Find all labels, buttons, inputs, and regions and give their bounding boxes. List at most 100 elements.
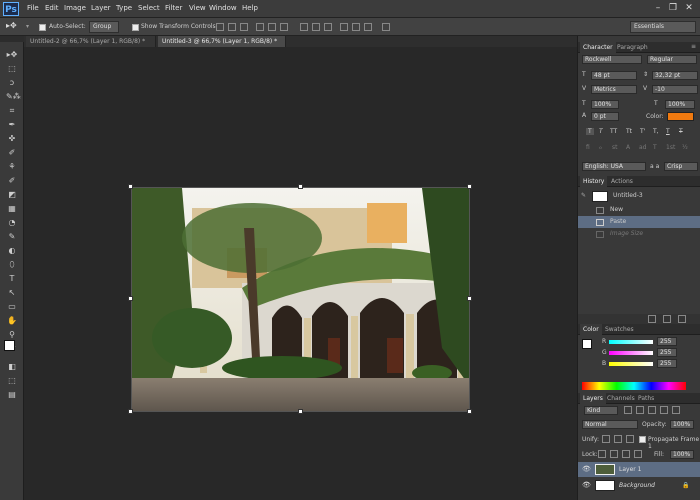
menu-type[interactable]: Type — [116, 4, 132, 12]
menu-filter[interactable]: Filter — [165, 4, 182, 12]
filter-shape-icon[interactable] — [660, 406, 668, 414]
healing-brush-tool-icon[interactable]: ✜ — [6, 134, 18, 144]
eyedropper-tool-icon[interactable]: ✒ — [6, 120, 18, 130]
layer-filter-kind-dropdown[interactable]: Kind — [584, 406, 618, 415]
lock-all-icon[interactable] — [634, 450, 642, 458]
anti-alias-dropdown[interactable]: Crisp — [664, 162, 698, 171]
layer-row-active[interactable]: 👁 Layer 1 — [578, 462, 700, 477]
brush-tool-icon[interactable]: ✐ — [6, 148, 18, 158]
font-style-dropdown[interactable]: Regular — [647, 55, 697, 64]
all-caps-button[interactable]: TT — [610, 128, 617, 135]
menu-edit[interactable]: Edit — [45, 4, 59, 12]
menu-layer[interactable]: Layer — [91, 4, 111, 12]
red-field[interactable]: 255 — [657, 337, 677, 346]
superscript-button[interactable]: T' — [640, 128, 645, 135]
history-brush-source-icon[interactable]: ✎ — [581, 188, 586, 204]
unify-position-icon[interactable] — [602, 435, 610, 443]
tab-paths[interactable]: Paths — [635, 393, 657, 404]
tool-preset-chevron-icon[interactable]: ▾ — [26, 23, 29, 30]
tab-untitled-3[interactable]: Untitled-3 @ 66,7% (Layer 1, RGB/8) * × — [158, 36, 286, 56]
color-foreground-swatch[interactable] — [582, 339, 592, 349]
align-bottom-icon[interactable] — [240, 23, 248, 31]
vertical-scale-field[interactable]: 100% — [591, 100, 619, 109]
transform-handle-t[interactable] — [298, 184, 303, 189]
transform-handle-r[interactable] — [467, 296, 472, 301]
move-tool-icon[interactable]: ▸✥ — [6, 50, 18, 60]
ligatures-button[interactable]: fi — [586, 144, 590, 151]
blue-field[interactable]: 255 — [657, 359, 677, 368]
green-field[interactable]: 255 — [657, 348, 677, 357]
marquee-tool-icon[interactable]: ⬚ — [6, 64, 18, 74]
rectangle-tool-icon[interactable]: ▭ — [6, 302, 18, 312]
menu-image[interactable]: Image — [64, 4, 86, 12]
auto-select-dropdown[interactable]: Group — [89, 21, 119, 33]
propagate-frame-checkbox[interactable] — [639, 436, 646, 443]
font-size-field[interactable]: 48 pt — [591, 71, 637, 80]
eye-visibility-icon[interactable]: 👁 — [582, 462, 591, 477]
pen-tool-icon[interactable]: ◐ — [6, 246, 18, 256]
leading-field[interactable]: 32,32 pt — [652, 71, 698, 80]
lasso-tool-icon[interactable]: ↄ — [6, 78, 18, 88]
layer-row[interactable]: 👁 Background 🔒 — [578, 478, 700, 493]
auto-align-icon[interactable] — [382, 23, 390, 31]
filter-adjustment-icon[interactable] — [636, 406, 644, 414]
tab-swatches[interactable]: Swatches — [602, 324, 637, 335]
swash-button[interactable]: A — [626, 144, 630, 151]
move-tool-icon[interactable]: ▸✥ — [6, 21, 17, 30]
titling-button[interactable]: ad — [639, 144, 647, 151]
foreground-color-swatch[interactable] — [4, 340, 15, 351]
strikethrough-button[interactable]: T — [679, 128, 683, 135]
auto-select-checkbox[interactable] — [39, 24, 46, 31]
align-right-icon[interactable] — [280, 23, 288, 31]
restore-icon[interactable]: ❐ — [667, 2, 679, 14]
fill-field[interactable]: 100% — [670, 450, 694, 459]
distribute-left-icon[interactable] — [340, 23, 348, 31]
zoom-tool-icon[interactable]: ⚲ — [6, 330, 18, 340]
lock-transparent-icon[interactable] — [598, 450, 606, 458]
unify-visibility-icon[interactable] — [614, 435, 622, 443]
tab-channels[interactable]: Channels — [604, 393, 638, 404]
subscript-button[interactable]: T, — [653, 128, 659, 135]
small-caps-button[interactable]: Tt — [626, 128, 632, 135]
stylistic-alt-button[interactable]: st — [612, 144, 617, 151]
tab-paragraph[interactable]: Paragraph — [614, 42, 651, 53]
minimize-icon[interactable]: – — [652, 2, 664, 14]
transform-handle-tr[interactable] — [467, 184, 472, 189]
menu-window[interactable]: Window — [209, 4, 237, 12]
quick-mask-icon[interactable]: ◧ — [6, 362, 18, 372]
tracking-field[interactable]: -10 — [652, 85, 698, 94]
close-icon[interactable]: ✕ — [683, 2, 695, 14]
history-state-undone[interactable]: Image Size — [578, 228, 700, 240]
language-dropdown[interactable]: English: USA — [582, 162, 646, 171]
eraser-tool-icon[interactable]: ◩ — [6, 190, 18, 200]
align-hcenter-icon[interactable] — [268, 23, 276, 31]
menu-select[interactable]: Select — [138, 4, 160, 12]
transform-handle-b[interactable] — [298, 409, 303, 414]
underline-button[interactable]: T — [666, 128, 670, 135]
history-brush-tool-icon[interactable]: ✐ — [6, 176, 18, 186]
blur-tool-icon[interactable]: ◔ — [6, 218, 18, 228]
ordinals-button[interactable]: 1st — [666, 144, 675, 151]
distribute-hcenter-icon[interactable] — [352, 23, 360, 31]
workspace-dropdown[interactable]: Essentials — [630, 21, 696, 33]
new-document-from-state-icon[interactable] — [648, 315, 656, 323]
distribute-vcenter-icon[interactable] — [312, 23, 320, 31]
faux-italic-button[interactable]: T — [599, 128, 603, 135]
gradient-tool-icon[interactable]: ▦ — [6, 204, 18, 214]
horizontal-scale-field[interactable]: 100% — [665, 100, 695, 109]
filter-smart-object-icon[interactable] — [672, 406, 680, 414]
dodge-tool-icon[interactable]: ✎ — [6, 232, 18, 242]
align-top-icon[interactable] — [216, 23, 224, 31]
path-selection-tool-icon[interactable]: ↖ — [6, 288, 18, 298]
snapshot-camera-icon[interactable] — [663, 315, 671, 323]
layer-image[interactable] — [131, 187, 470, 412]
transform-handle-br[interactable] — [467, 409, 472, 414]
kerning-field[interactable]: Metrics — [591, 85, 637, 94]
filter-type-icon[interactable] — [648, 406, 656, 414]
hand-tool-icon[interactable]: ✋ — [6, 316, 18, 326]
fractions-button[interactable]: ½ — [682, 144, 688, 151]
red-slider[interactable] — [609, 340, 653, 344]
tab-color[interactable]: Color — [580, 324, 602, 335]
history-state-active[interactable]: Paste — [578, 216, 700, 228]
show-transform-checkbox[interactable] — [132, 24, 139, 31]
